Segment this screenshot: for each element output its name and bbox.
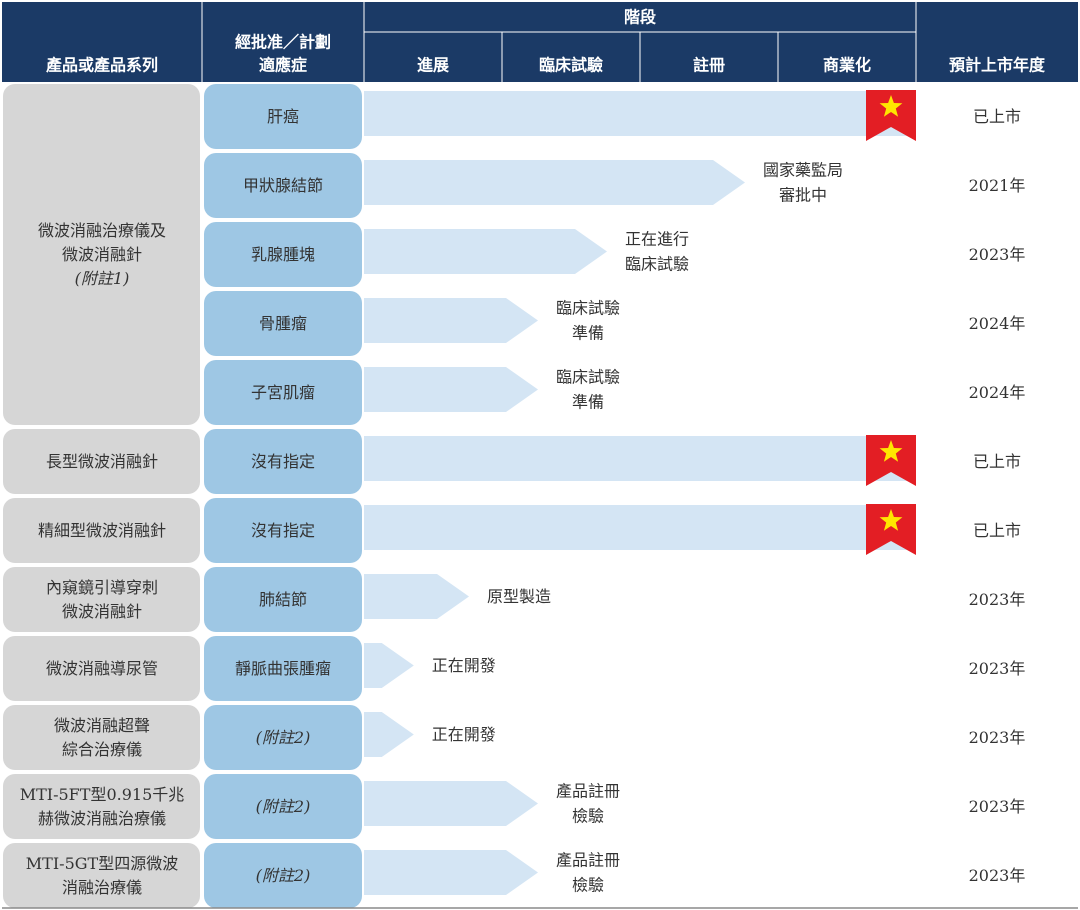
- launch-year: 2024年: [969, 383, 1026, 402]
- indication-label: (附註2): [256, 728, 311, 747]
- launch-year: 已上市: [973, 452, 1021, 471]
- progress-arrow: [364, 160, 745, 205]
- product-name-line: 內窺鏡引導穿刺: [46, 578, 158, 597]
- pipeline-diagram: 產品或產品系列經批准／計劃適應症階段進展 臨床試驗 註冊 商業化 預計上市年度微波消融治…: [2, 2, 1078, 909]
- header-stage: 進展: [417, 56, 450, 75]
- indication-label: 乳腺腫塊: [251, 245, 315, 264]
- indication-label: 靜脈曲張腫瘤: [235, 659, 331, 678]
- product-name-line: 微波消融針: [62, 245, 142, 264]
- progress-arrow: [364, 781, 538, 826]
- progress-arrow: [364, 229, 607, 274]
- header-stage-title: 階段: [624, 8, 657, 27]
- status-text: 正在開發: [432, 656, 496, 675]
- header-stage: 臨床試驗: [539, 56, 603, 75]
- header-indication-line: 適應症: [259, 56, 307, 75]
- launch-year: 2023年: [969, 728, 1026, 747]
- launch-year: 已上市: [973, 521, 1021, 540]
- launch-year: 2023年: [969, 797, 1026, 816]
- status-text: 產品註冊: [556, 782, 620, 801]
- header-indication-line: 經批准／計劃: [235, 33, 331, 52]
- launch-year: 2023年: [969, 866, 1026, 885]
- launch-year: 2023年: [969, 659, 1026, 678]
- progress-arrow: [364, 643, 414, 688]
- progress-bar: [364, 91, 916, 136]
- product-name-line: MTI-5FT型0.915千兆: [20, 785, 185, 804]
- progress-arrow: [364, 367, 538, 412]
- product-name-line: 微波消融導尿管: [46, 659, 158, 678]
- status-text: 準備: [572, 324, 604, 343]
- product-name-line: 微波消融超聲: [54, 716, 150, 735]
- status-text: 產品註冊: [556, 851, 620, 870]
- status-text: 正在進行: [625, 230, 689, 249]
- indication-label: 肺結節: [259, 590, 307, 609]
- product-box: [3, 567, 200, 632]
- status-text: 審批中: [779, 186, 827, 205]
- product-name-line: 微波消融治療儀及: [38, 221, 166, 240]
- product-name-line: 長型微波消融針: [46, 452, 158, 471]
- product-name-line: MTI-5GT型四源微波: [26, 854, 178, 873]
- launch-year: 2023年: [969, 245, 1026, 264]
- header-stage: 註冊: [693, 56, 725, 75]
- progress-arrow: [364, 850, 538, 895]
- launch-year: 2021年: [969, 176, 1026, 195]
- status-text: 國家藥監局: [763, 161, 843, 180]
- launch-year: 2023年: [969, 590, 1026, 609]
- product-box: [3, 705, 200, 770]
- indication-label: (附註2): [256, 866, 311, 885]
- indication-label: 子宮肌瘤: [251, 383, 315, 402]
- product-name-line: 赫微波消融治療儀: [38, 809, 166, 828]
- product-name-line: (附註1): [75, 269, 130, 288]
- product-box: [3, 843, 200, 908]
- status-text: 臨床試驗: [625, 255, 689, 274]
- product-name-line: 消融治療儀: [62, 878, 142, 897]
- product-name-line: 綜合治療儀: [62, 740, 142, 759]
- product-box: [3, 774, 200, 839]
- indication-label: 甲狀腺結節: [243, 176, 323, 195]
- header-product: 產品或產品系列: [46, 56, 158, 75]
- status-text: 臨床試驗: [556, 368, 620, 387]
- status-text: 檢驗: [572, 876, 604, 895]
- header-stage: 商業化: [823, 56, 871, 75]
- progress-arrow: [364, 712, 414, 757]
- status-text: 原型製造: [487, 587, 551, 606]
- launch-year: 已上市: [973, 107, 1021, 126]
- progress-arrow: [364, 574, 469, 619]
- status-text: 正在開發: [432, 725, 496, 744]
- indication-label: (附註2): [256, 797, 311, 816]
- indication-label: 沒有指定: [251, 521, 315, 540]
- indication-label: 沒有指定: [251, 452, 315, 471]
- progress-arrow: [364, 298, 538, 343]
- header-launch-year: 預計上市年度: [949, 56, 1046, 75]
- status-text: 臨床試驗: [556, 299, 620, 318]
- launch-year: 2024年: [969, 314, 1026, 333]
- progress-bar: [364, 436, 916, 481]
- product-name-line: 精細型微波消融針: [38, 521, 166, 540]
- status-text: 準備: [572, 393, 604, 412]
- progress-bar: [364, 505, 916, 550]
- indication-label: 骨腫瘤: [259, 314, 307, 333]
- indication-label: 肝癌: [267, 107, 299, 126]
- status-text: 檢驗: [572, 807, 604, 826]
- product-name-line: 微波消融針: [62, 602, 142, 621]
